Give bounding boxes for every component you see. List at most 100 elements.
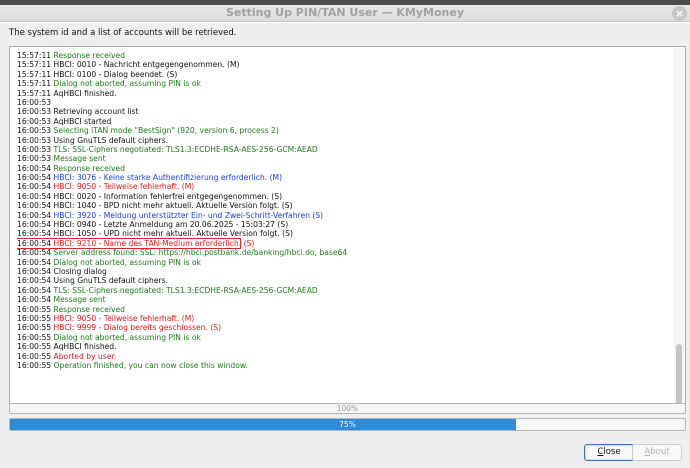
log-line: 16:00:55 Aborted by user. xyxy=(17,352,671,361)
log-time: 16:00:54 xyxy=(17,182,52,192)
current-progress-bar: 75% xyxy=(9,418,686,431)
log-message: Server address found: SSL: https://hbci.… xyxy=(53,248,348,258)
log-line: 16:00:54 TLS: SSL-Ciphers negotiated: TL… xyxy=(17,286,671,295)
log-line: 16:00:55 AqHBCI finished. xyxy=(17,342,671,351)
log-line: 16:00:53 Using GnuTLS default ciphers. xyxy=(17,136,671,145)
log-message: Dialog not aborted, assuming PIN is ok xyxy=(53,257,201,267)
log-time: 15:57:11 xyxy=(17,60,52,70)
log-message: Dialog not aborted, assuming PIN is ok xyxy=(53,79,201,89)
log-line: 16:00:55 Operation finished, you can now… xyxy=(17,361,671,370)
log-line: 15:57:11 HBCI: 0100 - Dialog beendet. (S… xyxy=(17,70,671,79)
log-time: 16:00:53 xyxy=(17,116,52,126)
log-message: Dialog not aborted, assuming PIN is ok xyxy=(53,332,201,342)
log-time: 16:00:53 xyxy=(17,97,52,107)
log-time: 16:00:54 xyxy=(17,295,52,305)
log-line: 16:00:54 HBCI: 0940 - Letzte Anmeldung a… xyxy=(17,220,671,229)
log-time: 16:00:54 xyxy=(17,201,52,211)
log-time: 16:00:54 xyxy=(17,163,52,173)
log-message: Using GnuTLS default ciphers. xyxy=(53,276,169,286)
log-time: 16:00:54 xyxy=(17,276,52,286)
log-message: HBCI: 1040 - BPD nicht mehr aktuell. Akt… xyxy=(53,201,293,211)
log-line: 16:00:54 Closing dialog xyxy=(17,267,671,276)
log-message: Using GnuTLS default ciphers. xyxy=(53,135,169,145)
log-line: 16:00:54 Dialog not aborted, assuming PI… xyxy=(17,258,671,267)
close-button[interactable]: Close xyxy=(584,444,634,461)
log-time: 16:00:54 xyxy=(17,229,52,239)
log-message: TLS: SSL-Ciphers negotiated: TLS1.3:ECDH… xyxy=(53,285,318,295)
log-time: 16:00:53 xyxy=(17,126,52,136)
log-message: Operation finished, you can now close th… xyxy=(53,360,248,370)
log-line: 16:00:54 Response received xyxy=(17,164,671,173)
log-line: 16:00:53 xyxy=(17,98,671,107)
about-button[interactable]: About xyxy=(632,444,682,461)
log-scrollbar[interactable] xyxy=(674,48,684,409)
log-message: Response received xyxy=(53,163,125,173)
log-time: 16:00:53 xyxy=(17,144,52,154)
log-time: 16:00:55 xyxy=(17,342,52,352)
log-time: 16:00:54 xyxy=(17,220,52,230)
log-line: 15:57:11 Dialog not aborted, assuming PI… xyxy=(17,79,671,88)
log-time: 16:00:54 xyxy=(17,248,52,258)
close-button-label: lose xyxy=(603,447,621,457)
log-line: 16:00:53 AqHBCI started xyxy=(17,117,671,126)
log-message: Retrieving account list xyxy=(53,107,139,117)
intro-text: The system id and a list of accounts wil… xyxy=(9,28,237,38)
log-time: 16:00:54 xyxy=(17,285,52,295)
log-line: 15:57:11 AqHBCI finished. xyxy=(17,89,671,98)
log-time: 15:57:11 xyxy=(17,51,52,60)
log-line-highlighted: 16:00:54 HBCI: 9210 - Name des TAN-Mediu… xyxy=(17,237,254,250)
log-line: 16:00:54 Using GnuTLS default ciphers. xyxy=(17,276,671,285)
log-message: HBCI: 9210 - Name des TAN-Medium erforde… xyxy=(53,238,255,248)
log-time: 15:57:11 xyxy=(17,79,52,89)
log-view[interactable]: 15:57:11 Response received 15:57:11 HBCI:… xyxy=(9,46,686,411)
log-message: HBCI: 3920 - Meldung unterstützter Ein- … xyxy=(53,210,324,220)
log-message: Message sent xyxy=(53,295,106,305)
log-message: Aborted by user. xyxy=(53,351,117,361)
log-line: 16:00:55 Dialog not aborted, assuming PI… xyxy=(17,333,671,342)
log-time: 16:00:55 xyxy=(17,313,52,323)
log-message: HBCI: 1050 - UPD nicht mehr aktuell. Akt… xyxy=(53,229,293,239)
log-time: 16:00:55 xyxy=(17,332,52,342)
log-message: Selecting iTAN mode "BestSign" (920, ver… xyxy=(53,126,279,136)
log-line: 16:00:54 Message sent xyxy=(17,295,671,304)
log-line: 16:00:53 Selecting iTAN mode "BestSign" … xyxy=(17,126,671,135)
log-time: 15:57:11 xyxy=(17,88,52,98)
window-titlebar[interactable]: Setting Up PIN/TAN User — KMyMoney × xyxy=(0,5,690,22)
log-line: 16:00:54 HBCI: 3076 - Keine starke Authe… xyxy=(17,173,671,182)
log-message: HBCI: 0100 - Dialog beendet. (S) xyxy=(53,69,178,79)
current-progress-label: 75% xyxy=(339,420,356,429)
log-line: 16:00:54 HBCI: 1050 - UPD nicht mehr akt… xyxy=(17,229,671,238)
window-close-icon[interactable]: × xyxy=(672,6,687,21)
log-message: Response received xyxy=(53,51,125,60)
log-lines: 15:57:11 Response received 15:57:11 HBCI:… xyxy=(17,51,671,410)
log-message: AqHBCI finished. xyxy=(53,88,117,98)
log-time: 16:00:55 xyxy=(17,360,52,370)
log-line: 16:00:55 HBCI: 9999 - Dialog bereits ges… xyxy=(17,323,671,332)
log-time: 16:00:53 xyxy=(17,107,52,117)
log-time: 15:57:11 xyxy=(17,69,52,79)
log-message: HBCI: 0940 - Letzte Anmeldung am 20.06.2… xyxy=(53,220,289,230)
log-line: 16:00:54 HBCI: 1040 - BPD nicht mehr akt… xyxy=(17,201,671,210)
log-line: 15:57:11 HBCI: 0010 - Nachricht entgegen… xyxy=(17,60,671,69)
log-time: 16:00:54 xyxy=(17,191,52,201)
dialog-body: The system id and a list of accounts wil… xyxy=(0,23,690,468)
log-line: 16:00:55 Response received xyxy=(17,305,671,314)
scrollbar-thumb[interactable] xyxy=(676,344,682,409)
log-line: 16:00:53 TLS: SSL-Ciphers negotiated: TL… xyxy=(17,145,671,154)
log-time: 16:00:54 xyxy=(17,266,52,276)
log-time: 16:00:53 xyxy=(17,135,52,145)
log-message: AqHBCI started xyxy=(53,116,112,126)
log-time: 16:00:54 xyxy=(17,257,52,267)
log-time: 16:00:53 xyxy=(17,154,52,164)
about-button-label: bout xyxy=(650,447,670,457)
log-time: 16:00:54 xyxy=(17,173,52,183)
overall-progress-bar: 100% xyxy=(9,403,686,414)
log-message: HBCI: 0010 - Nachricht entgegengenommen.… xyxy=(53,60,240,70)
log-message: HBCI: 3076 - Keine starke Authentifizier… xyxy=(53,173,283,183)
window-title: Setting Up PIN/TAN User — KMyMoney xyxy=(225,6,465,19)
log-time: 16:00:54 xyxy=(17,238,52,248)
log-line: 16:00:54 HBCI: 9050 - Teilweise fehlerha… xyxy=(17,182,671,191)
log-line: 16:00:54 HBCI: 0020 - Information fehler… xyxy=(17,192,671,201)
log-message: Message sent xyxy=(53,154,106,164)
log-time: 16:00:55 xyxy=(17,323,52,333)
